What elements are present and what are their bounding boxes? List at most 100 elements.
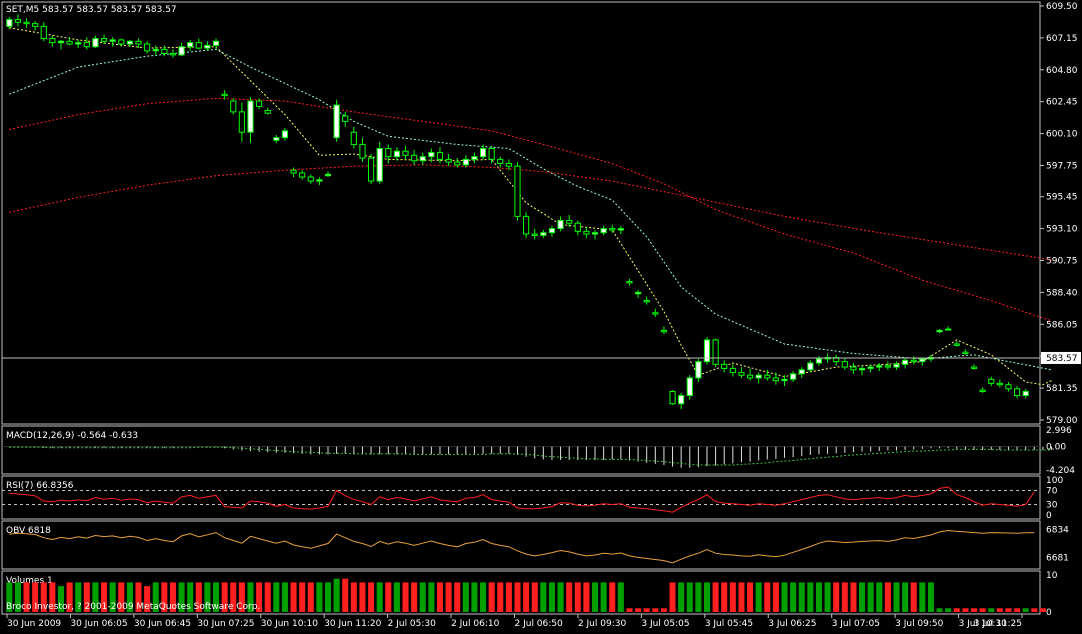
candle-body[interactable] — [962, 351, 969, 354]
candle-body[interactable] — [204, 44, 211, 49]
candle-body[interactable] — [583, 230, 590, 235]
candle-body[interactable] — [807, 362, 814, 371]
candle-body[interactable] — [324, 173, 332, 177]
candle-body[interactable] — [419, 156, 426, 162]
candle-body[interactable] — [557, 219, 564, 230]
candle-body[interactable] — [471, 156, 478, 160]
candle-body[interactable] — [385, 148, 392, 158]
candle-body[interactable] — [497, 158, 504, 164]
candle-body[interactable] — [979, 389, 986, 392]
candle-body[interactable] — [1005, 384, 1012, 390]
candle-body[interactable] — [135, 40, 142, 45]
candle-body[interactable] — [83, 42, 90, 48]
candle-body[interactable] — [212, 40, 220, 46]
candle-body[interactable] — [738, 371, 745, 376]
candle-body[interactable] — [686, 377, 693, 397]
candle-body[interactable] — [92, 38, 99, 48]
candle-body[interactable] — [523, 215, 530, 235]
candle-body[interactable] — [367, 157, 375, 182]
candle-body[interactable] — [152, 48, 159, 52]
candle-body[interactable] — [505, 162, 512, 167]
candle-body[interactable] — [221, 93, 228, 97]
candle-body[interactable] — [32, 23, 39, 27]
candle-body[interactable] — [721, 363, 728, 369]
candle-body[interactable] — [342, 115, 349, 122]
candle-body[interactable] — [652, 312, 659, 315]
candle-body[interactable] — [290, 169, 297, 174]
candle-body[interactable] — [436, 152, 444, 160]
candle-body[interactable] — [100, 38, 108, 42]
candle-body[interactable] — [531, 233, 538, 236]
candle-body[interactable] — [945, 328, 952, 331]
candle-body[interactable] — [746, 374, 754, 379]
candle-body[interactable] — [299, 172, 306, 178]
candle-body[interactable] — [798, 369, 805, 375]
candle-body[interactable] — [23, 21, 30, 25]
candle-body[interactable] — [187, 42, 194, 48]
candle-body[interactable] — [902, 359, 909, 365]
candle-body[interactable] — [14, 19, 22, 23]
candle-body[interactable] — [678, 395, 685, 405]
candle-body[interactable] — [359, 143, 366, 159]
candle-body[interactable] — [764, 374, 771, 379]
candle-body[interactable] — [462, 158, 469, 166]
candle-body[interactable] — [256, 100, 263, 107]
candle-body[interactable] — [919, 358, 926, 363]
candle-body[interactable] — [626, 281, 633, 284]
candle-body[interactable] — [996, 382, 1003, 386]
candle-body[interactable] — [273, 137, 280, 141]
candle-body[interactable] — [195, 42, 202, 49]
candle-body[interactable] — [178, 46, 185, 56]
candle-body[interactable] — [591, 232, 599, 235]
candle-body[interactable] — [307, 176, 314, 182]
candle-body[interactable] — [247, 100, 254, 133]
candle-body[interactable] — [936, 329, 943, 333]
candle-body[interactable] — [867, 366, 874, 369]
candle-body[interactable] — [393, 150, 400, 158]
candle-body[interactable] — [169, 53, 177, 56]
candle-body[interactable] — [109, 39, 116, 42]
candle-body[interactable] — [988, 378, 995, 384]
candle-body[interactable] — [454, 161, 461, 166]
candle-body[interactable] — [479, 148, 487, 158]
candle-body[interactable] — [617, 228, 624, 231]
candle-body[interactable] — [428, 152, 435, 158]
candle-body[interactable] — [712, 339, 719, 365]
candle-body[interactable] — [781, 378, 788, 382]
candle-body[interactable] — [841, 361, 848, 368]
candle-body[interactable] — [635, 291, 642, 295]
candle-body[interactable] — [643, 300, 650, 303]
candle-body[interactable] — [548, 228, 556, 234]
candle-body[interactable] — [755, 374, 762, 379]
candle-body[interactable] — [850, 366, 857, 371]
candle-body[interactable] — [144, 43, 151, 52]
candle-body[interactable] — [566, 219, 573, 224]
candle-body[interactable] — [445, 158, 452, 163]
candle-body[interactable] — [660, 329, 668, 333]
candle-body[interactable] — [876, 365, 883, 368]
candle-body[interactable] — [66, 40, 73, 45]
candle-body[interactable] — [790, 373, 797, 380]
candle-body[interactable] — [488, 148, 495, 160]
candle-body[interactable] — [893, 363, 900, 368]
candle-body[interactable] — [411, 154, 418, 162]
candle-body[interactable] — [264, 110, 271, 114]
candle-body[interactable] — [772, 377, 779, 382]
chart-canvas[interactable]: 609.50 607.15 604.80 602.45 600.10 597.75 595.… — [0, 0, 1082, 630]
candle-body[interactable] — [600, 228, 607, 234]
candle-body[interactable] — [609, 228, 616, 231]
candle-body[interactable] — [695, 361, 702, 379]
candle-body[interactable] — [402, 150, 409, 156]
candle-body[interactable] — [75, 42, 82, 45]
candle-body[interactable] — [161, 48, 168, 55]
candle-body[interactable] — [574, 222, 581, 232]
candle-body[interactable] — [350, 131, 357, 145]
candle-body[interactable] — [6, 19, 13, 27]
candle-body[interactable] — [376, 148, 383, 182]
candle-body[interactable] — [57, 40, 65, 44]
candle-body[interactable] — [858, 367, 866, 371]
candle-body[interactable] — [281, 130, 289, 139]
trading-chart[interactable]: 609.50 607.15 604.80 602.45 600.10 597.75 595.… — [0, 0, 1082, 630]
candle-body[interactable] — [238, 111, 245, 133]
candle-body[interactable] — [118, 39, 125, 45]
